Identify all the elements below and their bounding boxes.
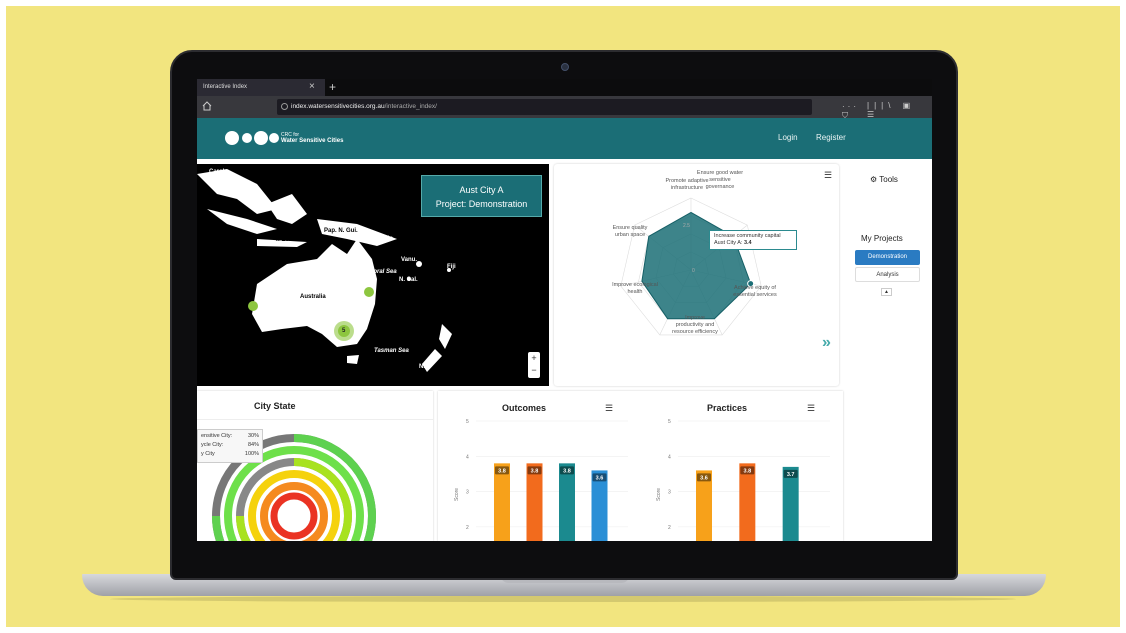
radar-series-area[interactable]: [641, 211, 752, 320]
radar-axis-label: Achieve equity of essential services: [733, 285, 777, 298]
zoom-in-button[interactable]: +: [528, 352, 540, 364]
info-icon[interactable]: [281, 103, 288, 110]
radar-chart: 2.50: [620, 197, 762, 336]
radar-axis-label: Improve productivity and resource effici…: [672, 315, 718, 335]
chart-menu-icon[interactable]: ☰: [824, 170, 832, 181]
map-label-carol: Carol: [209, 169, 225, 175]
bar[interactable]: [526, 463, 543, 541]
y-tick-label: 3: [466, 490, 469, 496]
map-label-coral-sea: Coral Sea: [369, 269, 397, 275]
cluster-count: 5: [342, 328, 346, 334]
site-header: CRC for Water Sensitive Cities Login Reg…: [197, 118, 932, 159]
radar-axis-label: Ensure good water sensitive governance: [696, 170, 744, 190]
my-projects-heading: My Projects: [861, 234, 903, 243]
tools-panel: ⚙ Tools My Projects Demonstration Analys…: [842, 164, 932, 541]
bar[interactable]: [739, 463, 756, 541]
home-icon[interactable]: [202, 101, 212, 111]
radar-chart-panel: ☰ 2.5 0 Promote adaptive infrastructure En…: [554, 164, 839, 386]
bar[interactable]: [494, 463, 510, 541]
register-link[interactable]: Register: [816, 133, 846, 142]
tools-heading[interactable]: ⚙ Tools: [870, 175, 898, 184]
browser-tab[interactable]: Interactive Index ×: [197, 79, 325, 96]
map-label-ncal: N. Cal.: [399, 277, 418, 283]
city-state-rings: [212, 434, 376, 541]
radar-scale-label: 0: [692, 268, 695, 274]
nav-bar: index.watersensitivecities.org.au/intera…: [197, 96, 932, 130]
map-label-indon: Indon: [239, 212, 256, 218]
city-state-tooltip: ensitive City: 30% ycle City: 84% y City 10…: [197, 429, 263, 463]
y-tick-label: 5: [466, 419, 469, 425]
outcomes-menu-icon[interactable]: ☰: [605, 403, 613, 414]
zoom-control: + −: [528, 352, 540, 378]
city-name: Aust City A: [459, 185, 504, 195]
logo-text: CRC for Water Sensitive Cities: [281, 132, 344, 144]
url-bar[interactable]: index.watersensitivecities.org.au/intera…: [277, 99, 856, 130]
screen: Interactive Index × + index.watersensiti…: [197, 79, 932, 541]
project-analysis[interactable]: Analysis: [855, 267, 920, 282]
map-label-tleste: T.-Leste: [275, 237, 298, 243]
map-label-png: Pap. N. Gui.: [324, 228, 358, 234]
bar-charts-panel: Outcomes ☰ Practices ☰ 5 4 3 2 Score 3.8 3.8 3.…: [438, 391, 843, 541]
bar[interactable]: [559, 463, 575, 541]
webcam: [561, 63, 569, 71]
bar-charts: 5 4 3 2 Score 3.8 3.8 3.8 3.6 5 4 3 2 Score 3.6 3.8 3.7: [454, 419, 830, 541]
project-demonstration[interactable]: Demonstration: [855, 250, 920, 265]
map-label-nz: N.Z.: [419, 364, 431, 370]
outcomes-title: Outcomes: [502, 403, 547, 413]
close-tab-icon[interactable]: ×: [309, 81, 315, 92]
collapse-caret-icon[interactable]: ▲: [881, 288, 892, 296]
laptop-shadow: [110, 596, 1016, 602]
bar-data-label: 3.8: [498, 468, 506, 474]
map-label-fiji: Fiji: [447, 264, 456, 270]
forward-chevron-icon[interactable]: »: [822, 334, 831, 352]
url-text: index.watersensitivecities.org.au/intera…: [291, 103, 437, 110]
radar-axis-label: Ensure quality urban space: [612, 225, 648, 238]
login-link[interactable]: Login: [778, 133, 798, 142]
tab-bar: Interactive Index × +: [197, 79, 932, 96]
map-label-solo: Solo: [380, 236, 393, 242]
city-state-panel: City State ensitive City: 30% ycle City: 8…: [197, 391, 433, 541]
new-tab-icon[interactable]: +: [329, 80, 336, 94]
map-label-tasman-sea: Tasman Sea: [374, 348, 409, 354]
project-name: Project: Demonstration: [435, 199, 528, 209]
bar-data-label: 3.8: [531, 468, 539, 474]
bar-data-label: 3.6: [596, 475, 604, 481]
y-tick-label: 4: [668, 454, 671, 460]
map-panel[interactable]: 5 Carol Indon Pap. N. Gui. Solo T.-Leste…: [197, 164, 549, 386]
library-sidebar-menu-icons[interactable]: |||\ ▣ ☰: [867, 101, 932, 119]
map-label-vanu: Vanu.: [401, 257, 418, 263]
y-tick-label: 3: [668, 490, 671, 496]
bar-data-label: 3.7: [787, 472, 795, 478]
bar[interactable]: [782, 466, 799, 541]
map-title-box: Aust City A Project: Demonstration: [421, 175, 542, 217]
bar-data-label: 3.6: [700, 475, 708, 481]
radar-tooltip: Increase community capital Aust City A: …: [709, 230, 797, 250]
bar-data-label: 3.8: [744, 468, 752, 474]
map-label-australia: Australia: [300, 294, 326, 300]
tab-title: Interactive Index: [203, 84, 248, 90]
tooltip-city: Aust City A:: [714, 240, 743, 246]
y-tick-label: 2: [466, 525, 469, 531]
radar-axis-label: Improve ecological health: [612, 282, 658, 295]
practices-title: Practices: [707, 403, 748, 413]
bar-data-label: 3.8: [563, 468, 571, 474]
y-axis-label: Score: [656, 488, 662, 501]
city-state-title: City State: [254, 401, 296, 411]
y-tick-label: 4: [466, 454, 469, 460]
zoom-out-button[interactable]: −: [528, 364, 540, 376]
y-tick-label: 5: [668, 419, 671, 425]
radar-scale-label: 2.5: [683, 223, 690, 229]
y-axis-label: Score: [454, 488, 460, 501]
practices-menu-icon[interactable]: ☰: [807, 403, 815, 414]
y-tick-label: 2: [668, 525, 671, 531]
tooltip-value: 3.4: [743, 240, 752, 246]
tooltip-title: Increase community capital: [714, 233, 781, 239]
